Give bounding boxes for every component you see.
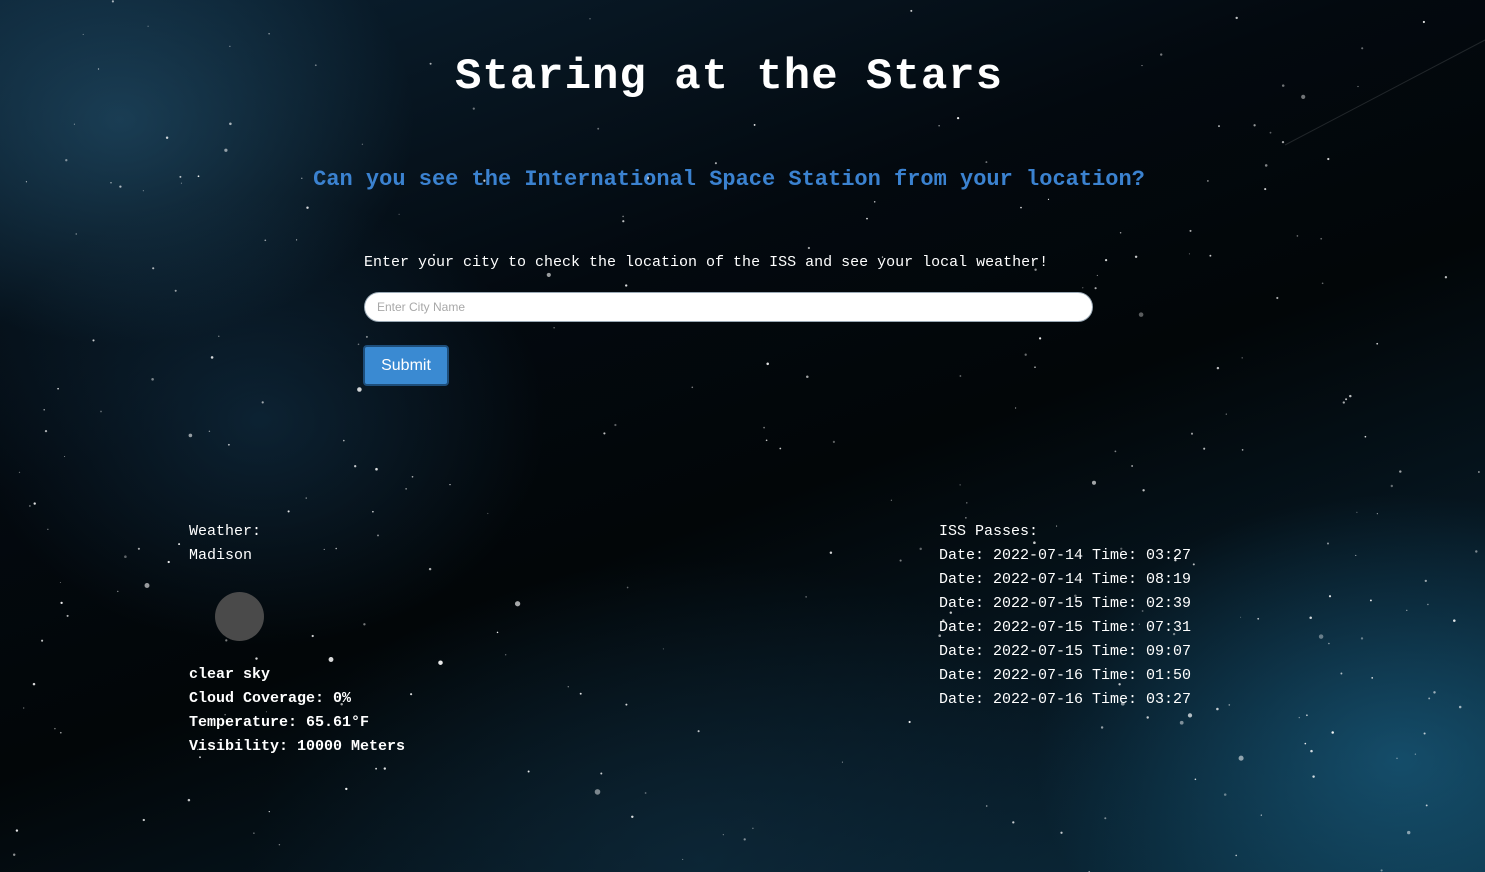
- weather-description: clear sky: [189, 666, 271, 683]
- iss-pass-row: Date: 2022-07-14 Time: 08:19: [939, 571, 1192, 588]
- cloud-coverage: Cloud Coverage: 0%: [189, 690, 352, 707]
- iss-passes-panel: ISS Passes: Date: 2022-07-14 Time: 03:27…: [939, 520, 1191, 712]
- iss-pass-row: Date: 2022-07-16 Time: 03:27: [939, 691, 1192, 708]
- temperature: Temperature: 65.61°F: [189, 714, 370, 731]
- iss-pass-row: Date: 2022-07-15 Time: 07:31: [939, 619, 1192, 636]
- page-subtitle: Can you see the International Space Stat…: [313, 167, 1145, 192]
- iss-pass-row: Date: 2022-07-15 Time: 09:07: [939, 643, 1192, 660]
- search-prompt: Enter your city to check the location of…: [364, 254, 1049, 271]
- weather-heading: Weather:: [189, 523, 262, 540]
- iss-pass-row: Date: 2022-07-15 Time: 02:39: [939, 595, 1192, 612]
- weather-city: Madison: [189, 547, 253, 564]
- iss-pass-row: Date: 2022-07-14 Time: 03:27: [939, 547, 1192, 564]
- weather-panel: Weather: Madison clear sky Cloud Coverag…: [189, 520, 405, 759]
- visibility: Visibility: 10000 Meters: [189, 738, 406, 755]
- submit-button[interactable]: Submit: [363, 345, 449, 386]
- page-title: Staring at the Stars: [454, 52, 1004, 102]
- iss-heading: ISS Passes:: [939, 523, 1039, 540]
- weather-icon: [215, 592, 264, 641]
- city-name-input[interactable]: [364, 292, 1093, 322]
- iss-pass-row: Date: 2022-07-16 Time: 01:50: [939, 667, 1192, 684]
